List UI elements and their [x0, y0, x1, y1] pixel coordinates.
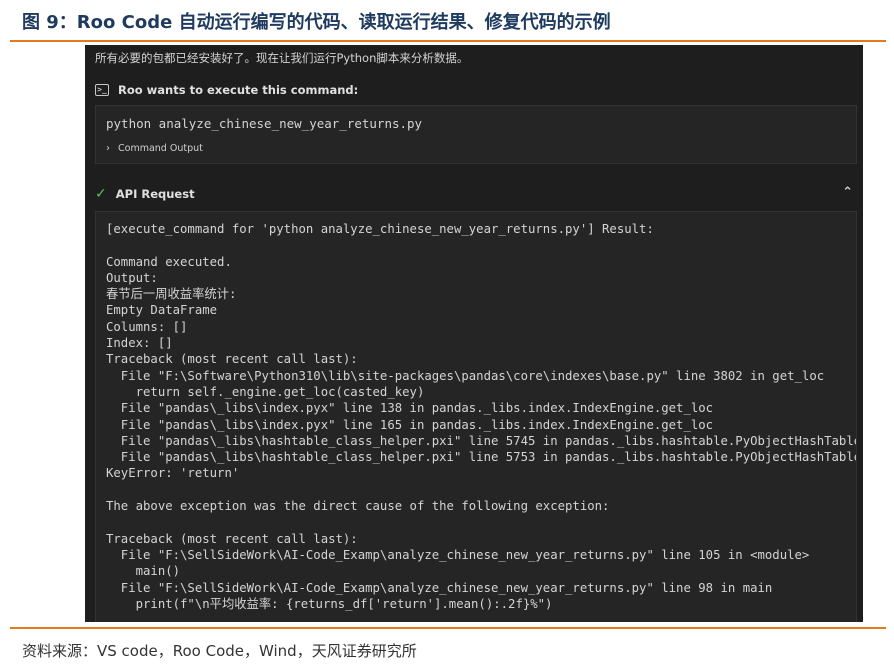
result-line [106, 482, 856, 498]
chevron-right-icon: › [106, 143, 110, 154]
command-request-title: Roo wants to execute this command: [118, 83, 359, 97]
assistant-message: 所有必要的包都已经安装好了。现在让我们运行Python脚本来分析数据。 [95, 51, 469, 65]
result-line: File "pandas\_libs\hashtable_class_helpe… [106, 433, 857, 448]
result-line: File "F:\Software\Python310\lib\site-pac… [106, 368, 825, 383]
result-line: Traceback (most recent call last): [106, 352, 358, 367]
result-line: File "pandas\_libs\index.pyx" line 165 i… [106, 417, 714, 432]
result-line: Traceback (most recent call last): [106, 531, 358, 546]
result-line: Index: [] [106, 336, 173, 351]
result-line: [execute_command for 'python analyze_chi… [106, 222, 654, 236]
figure-source: 资料来源：VS code，Roo Code，Wind，天风证券研究所 [22, 642, 417, 660]
check-icon: ✓ [95, 186, 107, 202]
command-text: python analyze_chinese_new_year_returns.… [106, 116, 423, 131]
top-divider [10, 40, 886, 42]
terminal-icon: >_ [95, 84, 109, 96]
result-line: Empty DataFrame [106, 303, 218, 318]
chevron-up-icon[interactable]: ⌃ [842, 185, 853, 200]
result-line [106, 237, 856, 253]
command-output-toggle[interactable]: › Command Output [106, 143, 203, 154]
result-line: print(f"\n平均收益率: {returns_df['return'].m… [106, 596, 553, 611]
api-result-output: [execute_command for 'python analyze_chi… [106, 221, 857, 612]
command-request-header: >_ Roo wants to execute this command: [95, 82, 358, 98]
result-line: return self._engine.get_loc(casted_key) [106, 384, 425, 399]
result-line: Command executed. [106, 254, 232, 269]
result-line: Columns: [] [106, 319, 188, 334]
result-line: 春节后一周收益率统计: [106, 287, 237, 302]
result-line [106, 514, 856, 530]
result-line: File "F:\SellSideWork\AI-Code_Examp\anal… [106, 580, 773, 595]
result-line: KeyError: 'return' [106, 466, 240, 481]
result-line: File "pandas\_libs\index.pyx" line 138 i… [106, 401, 714, 416]
figure-title: 图 9：Roo Code 自动运行编写的代码、读取运行结果、修复代码的示例 [22, 12, 611, 33]
result-line: File "F:\SellSideWork\AI-Code_Examp\anal… [106, 547, 810, 562]
bottom-divider [10, 627, 886, 629]
roo-code-chat-panel: 所有必要的包都已经安装好了。现在让我们运行Python脚本来分析数据。 >_ R… [85, 45, 863, 622]
result-line: main() [106, 564, 181, 579]
api-request-title: API Request [115, 187, 195, 201]
command-output-label: Command Output [118, 143, 203, 154]
api-request-header[interactable]: ✓ API Request ⌃ [95, 185, 857, 202]
result-line: The above exception was the direct cause… [106, 499, 610, 514]
command-box: python analyze_chinese_new_year_returns.… [95, 105, 857, 164]
result-line: Output: [106, 270, 158, 285]
api-result-box: [execute_command for 'python analyze_chi… [95, 211, 857, 622]
result-line: File "pandas\_libs\hashtable_class_helpe… [106, 450, 857, 465]
